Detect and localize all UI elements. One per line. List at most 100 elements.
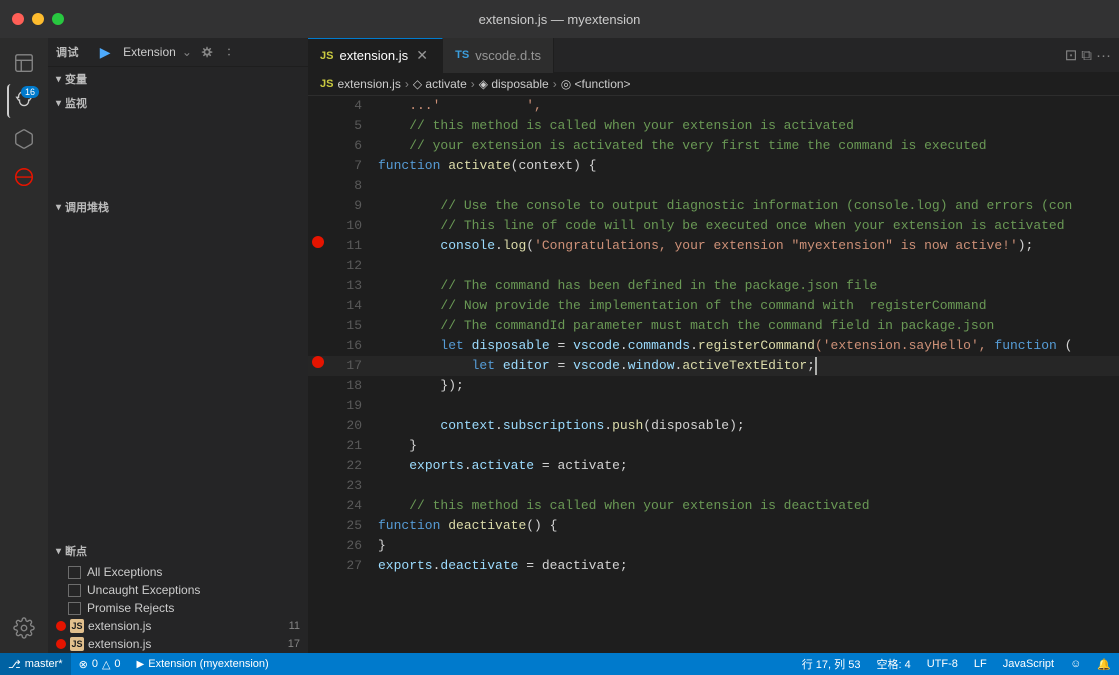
activity-icon-debug[interactable]: 16 <box>7 84 41 118</box>
breakpoints-header[interactable]: ▾ 断点 <box>48 539 308 563</box>
debug-more-icon[interactable] <box>222 45 236 59</box>
status-feedback[interactable]: ☺ <box>1062 653 1089 675</box>
line-number-11: 11 <box>328 236 378 256</box>
line-number-10: 10 <box>328 216 378 236</box>
position-label: 行 17, 列 53 <box>802 656 861 672</box>
sidebar: 调试 ▶ Extension ⌄ ▾ 变量 ▾ 监视 ▾ <box>48 38 308 653</box>
status-errors[interactable]: ⊗ 0 △ 0 <box>71 653 129 675</box>
line-bp-11[interactable] <box>308 236 328 248</box>
status-notifications[interactable]: 🔔 <box>1089 653 1119 675</box>
line-number-27: 27 <box>328 556 378 576</box>
watch-arrow: ▾ <box>56 98 61 109</box>
variables-header[interactable]: ▾ 变量 <box>48 67 308 91</box>
status-running[interactable]: ▶ Extension (myextension) <box>129 653 277 675</box>
breadcrumb-file[interactable]: extension.js <box>337 77 400 91</box>
status-encoding[interactable]: UTF-8 <box>919 653 966 675</box>
status-git-branch[interactable]: ⎇ master* <box>0 653 71 675</box>
tab-vscode-dts[interactable]: TS vscode.d.ts <box>443 38 554 73</box>
breakpoint-promise-rejects[interactable]: Promise Rejects <box>48 599 308 617</box>
code-line-14: 14 // Now provide the implementation of … <box>308 296 1119 316</box>
line-number-12: 12 <box>328 256 378 276</box>
minimize-button[interactable] <box>32 13 44 25</box>
code-line-4: 4 ...' ', <box>308 96 1119 116</box>
debug-toolbar: 调试 ▶ Extension ⌄ <box>48 38 308 67</box>
error-icon: ⊗ <box>79 658 88 671</box>
close-button[interactable] <box>12 13 24 25</box>
breadcrumb-activate[interactable]: ◇ activate <box>413 77 467 91</box>
activity-icon-extensions[interactable] <box>7 122 41 156</box>
breadcrumb-function[interactable]: ◎ <function> <box>561 77 631 91</box>
tab-close-1[interactable]: ✕ <box>414 48 430 64</box>
line-content-7: function activate(context) { <box>378 156 1119 176</box>
breadcrumb: JS extension.js › ◇ activate › ◈ disposa… <box>308 73 1119 96</box>
debug-dropdown-icon[interactable]: ⌄ <box>182 45 192 59</box>
traffic-lights <box>12 13 64 25</box>
line-content-6: // your extension is activated the very … <box>378 136 1119 156</box>
line-number-23: 23 <box>328 476 378 496</box>
breakpoint-all-exceptions[interactable]: All Exceptions <box>48 563 308 581</box>
callstack-label: 调用堆栈 <box>65 199 109 215</box>
code-line-7: 7function activate(context) { <box>308 156 1119 176</box>
running-label: Extension (myextension) <box>148 658 268 670</box>
maximize-button[interactable] <box>52 13 64 25</box>
breakpoint-dot-1 <box>56 621 66 631</box>
bp-dot-17 <box>312 356 324 368</box>
promise-rejects-checkbox[interactable] <box>68 602 81 615</box>
line-content-22: exports.activate = activate; <box>378 456 1119 476</box>
bell-icon: 🔔 <box>1097 658 1111 671</box>
watch-section: ▾ 监视 <box>48 91 308 195</box>
debug-settings-icon[interactable] <box>200 45 214 59</box>
code-line-25: 25function deactivate() { <box>308 516 1119 536</box>
branch-icon: ⎇ <box>8 658 21 671</box>
breakpoint-file-1[interactable]: JS extension.js 11 <box>48 617 308 635</box>
breadcrumb-sep-2: › <box>471 77 475 91</box>
settings-icon[interactable] <box>7 611 41 645</box>
line-content-11: console.log('Congratulations, your exten… <box>378 236 1119 256</box>
breakpoints-label: 断点 <box>65 543 87 559</box>
breadcrumb-disposable[interactable]: ◈ disposable <box>479 77 549 91</box>
debug-play-button[interactable]: ▶ <box>95 42 115 62</box>
tab-label-1: extension.js <box>339 48 408 63</box>
line-number-22: 22 <box>328 456 378 476</box>
status-spaces[interactable]: 空格: 4 <box>868 653 918 675</box>
code-line-20: 20 context.subscriptions.push(disposable… <box>308 416 1119 436</box>
line-number-21: 21 <box>328 436 378 456</box>
line-content-26: } <box>378 536 1119 556</box>
activity-icon-remote[interactable] <box>7 160 41 194</box>
all-exceptions-checkbox[interactable] <box>68 566 81 579</box>
tab-label-2: vscode.d.ts <box>475 48 541 63</box>
line-number-14: 14 <box>328 296 378 316</box>
line-number-18: 18 <box>328 376 378 396</box>
breadcrumb-sep-3: › <box>553 77 557 91</box>
breakpoints-section: ▾ 断点 All Exceptions Uncaught Exceptions … <box>48 539 308 653</box>
tab-icon-ts: TS <box>455 49 469 61</box>
callstack-arrow: ▾ <box>56 202 61 213</box>
activity-icon-explorer[interactable] <box>7 46 41 80</box>
line-number-25: 25 <box>328 516 378 536</box>
tab-extension-js[interactable]: JS extension.js ✕ <box>308 38 443 73</box>
window-title: extension.js — myextension <box>479 12 641 27</box>
uncaught-exceptions-checkbox[interactable] <box>68 584 81 597</box>
breakpoint-js-icon-1: JS <box>70 619 84 633</box>
line-number-24: 24 <box>328 496 378 516</box>
variables-section: ▾ 变量 <box>48 67 308 91</box>
code-line-9: 9 // Use the console to output diagnosti… <box>308 196 1119 216</box>
breakpoint-uncaught-exceptions[interactable]: Uncaught Exceptions <box>48 581 308 599</box>
more-actions-icon[interactable]: ··· <box>1096 47 1111 64</box>
status-position[interactable]: 行 17, 列 53 <box>794 653 869 675</box>
callstack-header[interactable]: ▾ 调用堆栈 <box>48 195 308 219</box>
split-editor-icon[interactable]: ⊡ <box>1065 46 1078 64</box>
line-number-16: 16 <box>328 336 378 356</box>
watch-label: 监视 <box>65 95 87 111</box>
code-editor[interactable]: 4 ...' ',5 // this method is called when… <box>308 96 1119 653</box>
line-bp-17[interactable] <box>308 356 328 368</box>
watch-header[interactable]: ▾ 监视 <box>48 91 308 115</box>
status-language[interactable]: JavaScript <box>995 653 1062 675</box>
line-number-17: 17 <box>328 356 378 376</box>
line-content-20: context.subscriptions.push(disposable); <box>378 416 1119 436</box>
code-line-12: 12 <box>308 256 1119 276</box>
status-eol[interactable]: LF <box>966 653 995 675</box>
code-line-13: 13 // The command has been defined in th… <box>308 276 1119 296</box>
layout-icon[interactable]: ⧉ <box>1081 47 1092 64</box>
breakpoint-file-2[interactable]: JS extension.js 17 <box>48 635 308 653</box>
